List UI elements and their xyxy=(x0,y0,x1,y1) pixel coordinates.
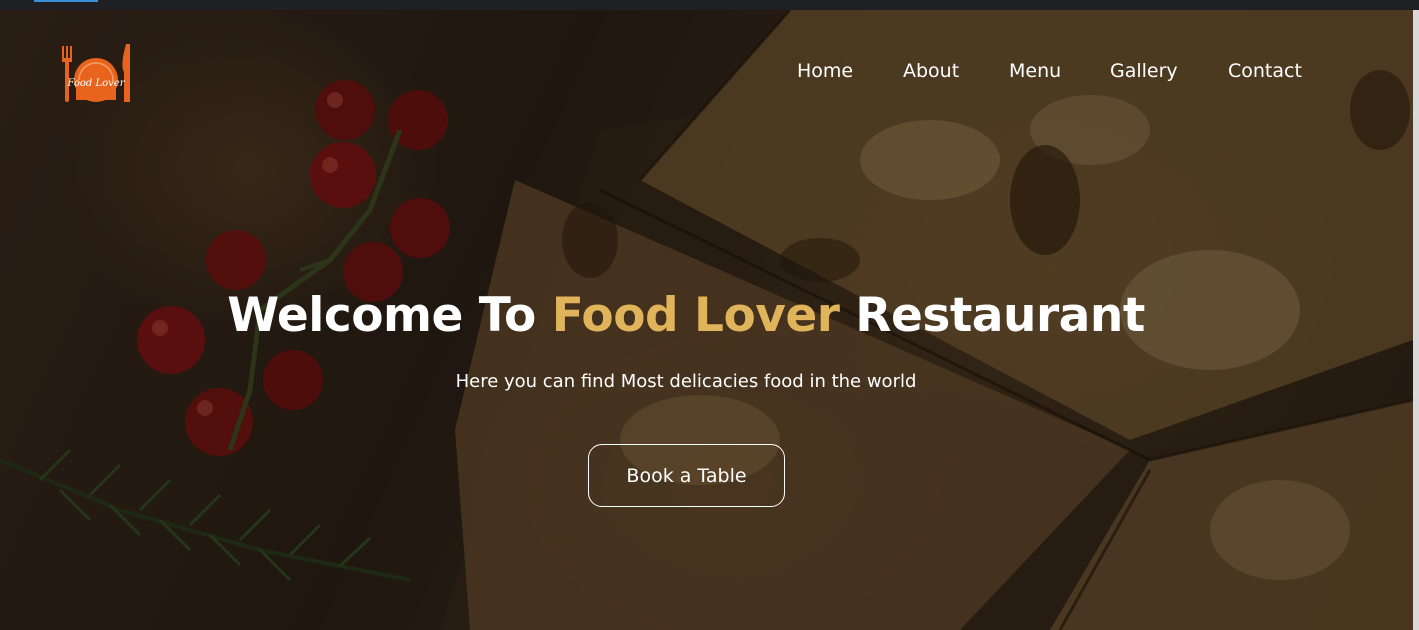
book-a-table-button[interactable]: Book a Table xyxy=(588,444,785,507)
active-tab-indicator xyxy=(34,0,98,2)
nav-home-link[interactable]: Home xyxy=(797,60,853,82)
nav-contact-link[interactable]: Contact xyxy=(1228,60,1302,82)
hero-subtitle: Here you can find Most delicacies food i… xyxy=(455,371,917,392)
nav-about-link[interactable]: About xyxy=(903,60,959,82)
hero-title-part2: Restaurant xyxy=(839,288,1145,343)
browser-top-strip xyxy=(0,0,1419,10)
main-nav: Home About Menu Gallery Contact xyxy=(0,60,1413,90)
hero-section: Food Lover Home About Menu Gallery Conta… xyxy=(0,10,1413,630)
scrollbar-edge xyxy=(1413,10,1419,630)
nav-gallery-link[interactable]: Gallery xyxy=(1110,60,1178,82)
hero-title-highlight: Food Lover xyxy=(551,288,840,343)
nav-menu-link[interactable]: Menu xyxy=(1009,60,1061,82)
hero-title-part1: Welcome To xyxy=(227,288,552,343)
hero-title: Welcome To Food Lover Restaurant xyxy=(0,288,1372,343)
